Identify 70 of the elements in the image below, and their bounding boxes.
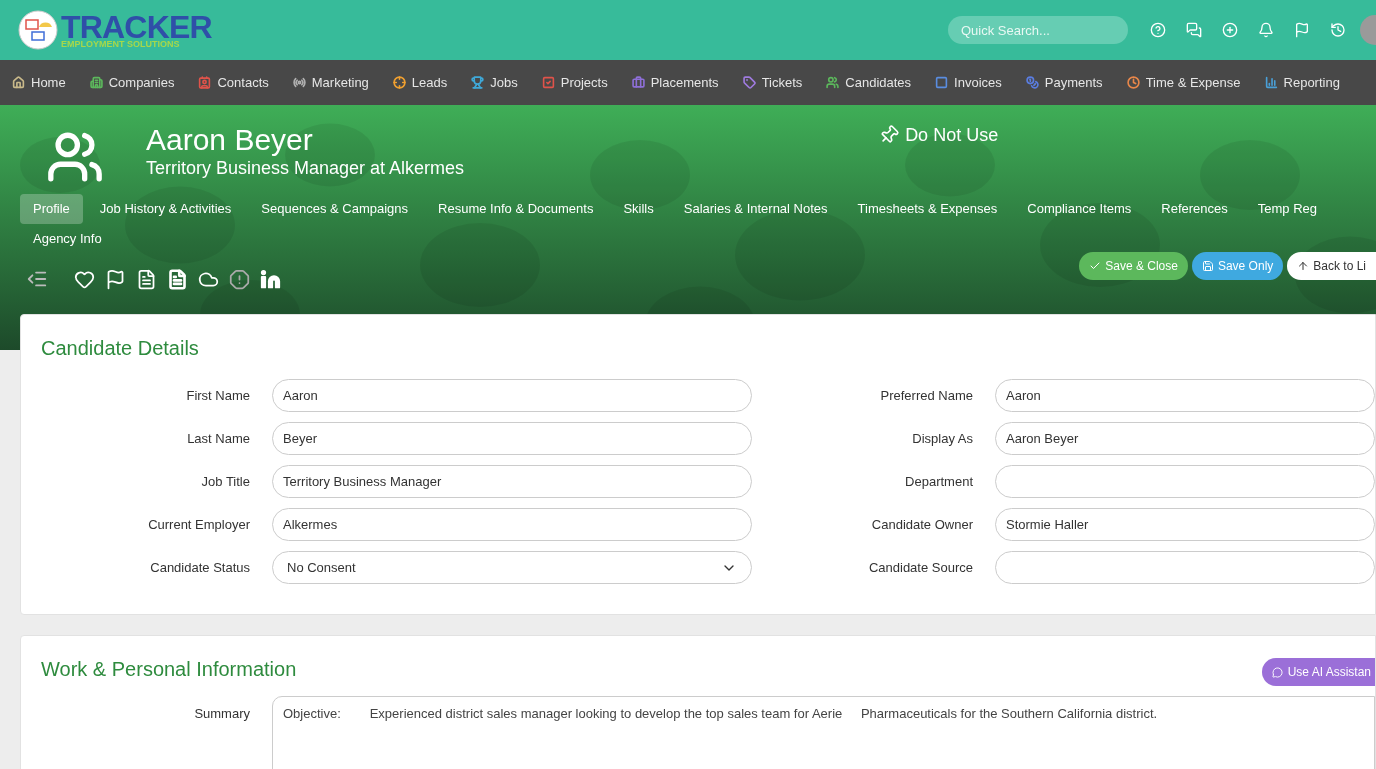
nav-link[interactable]: Contacts	[198, 72, 269, 93]
profile-tab[interactable]: Job History & Activities	[86, 194, 245, 224]
status-label: Do Not Use	[905, 123, 999, 147]
field-label: Display As	[911, 429, 974, 448]
profile-tab[interactable]: Resume Info & Documents	[425, 194, 607, 224]
field-label: Preferred Name	[879, 386, 974, 405]
logo-icon	[18, 10, 58, 50]
nav-link[interactable]: Marketing	[292, 72, 369, 93]
help-icon[interactable]	[1150, 22, 1166, 38]
add-icon[interactable]	[1222, 22, 1238, 38]
nav-link[interactable]: Placements	[631, 72, 719, 93]
profile-tab[interactable]: Temp Reg	[1244, 194, 1331, 224]
status-select[interactable]: No Consent	[272, 551, 752, 584]
nav-link[interactable]: Payments	[1025, 72, 1103, 93]
nav-link[interactable]: Projects	[541, 72, 608, 93]
nav-link[interactable]: Time & Expense	[1126, 72, 1241, 93]
search-field[interactable]: Quick Search...	[948, 16, 1128, 44]
field-label: Job Title	[200, 472, 251, 491]
field-label: Summary	[193, 705, 251, 723]
check-icon	[1089, 260, 1102, 272]
profile-tab[interactable]: References	[1148, 194, 1241, 224]
nav-link[interactable]: Invoices	[935, 72, 1002, 93]
profile-tab[interactable]: Sequences & Campaigns	[248, 194, 422, 224]
history-icon[interactable]	[1330, 22, 1346, 38]
nav-link[interactable]: Companies	[89, 72, 175, 93]
field-label: Department	[904, 472, 974, 491]
field-label: Current Employer	[147, 515, 251, 534]
candidate-subtitle: Territory Business Manager at Alkermes	[146, 157, 465, 179]
candidate-name: Aaron Beyer	[146, 123, 314, 157]
section-title: Candidate Details	[40, 336, 200, 361]
bell-icon[interactable]	[1258, 22, 1274, 38]
nav-link[interactable]: Leads	[392, 72, 448, 93]
profile-tab[interactable]: Salaries & Internal Notes	[670, 194, 841, 224]
nav-link[interactable]: Candidates	[826, 72, 912, 93]
input-field[interactable]	[995, 551, 1375, 584]
profile-tab[interactable]: Timesheets & Expenses	[844, 194, 1011, 224]
input-field[interactable]: Aaron	[995, 379, 1375, 412]
save-icon	[1201, 260, 1214, 272]
profile-tab[interactable]: Compliance Items	[1014, 194, 1145, 224]
ai-assistant-button[interactable]: Use AI Assistan	[1261, 658, 1375, 686]
flag-icon[interactable]	[105, 268, 126, 290]
field-label: Last Name	[186, 429, 251, 448]
field-label: Candidate Owner	[870, 515, 974, 534]
input-field[interactable]: Aaron	[272, 379, 752, 412]
nav-link[interactable]: Tickets	[742, 72, 803, 93]
document-icon[interactable]	[136, 268, 157, 290]
arrow-up-icon	[1297, 260, 1310, 272]
chat-bubble-icon	[1271, 666, 1283, 678]
profile-tab[interactable]: Agency Info	[20, 224, 115, 254]
back-button[interactable]: Back to Li	[1287, 252, 1376, 280]
field-label: Candidate Status	[149, 558, 251, 577]
section-title: Work & Personal Information	[40, 657, 298, 682]
logo-tagline: EMPLOYMENT SOLUTIONS	[61, 40, 181, 49]
field-label: First Name	[185, 386, 251, 405]
input-field[interactable]	[995, 465, 1375, 498]
input-field[interactable]: Stormie Haller	[995, 508, 1375, 541]
input-field[interactable]: Alkermes	[272, 508, 752, 541]
input-field[interactable]: Beyer	[272, 422, 752, 455]
profile-tab[interactable]: Skills	[610, 194, 667, 224]
document-icon[interactable]	[167, 268, 188, 290]
chat-icon[interactable]	[1186, 22, 1202, 38]
nav-link[interactable]: Jobs	[471, 72, 518, 93]
alert-icon[interactable]	[229, 268, 250, 290]
summary-textarea[interactable]: Objective: Experienced district sales manager looking to develop the top sales team for Aerie Pharmaceuticals for the Southern California district.	[272, 696, 1375, 769]
input-field[interactable]: Territory Business Manager	[272, 465, 752, 498]
nav-link[interactable]: Reporting	[1264, 72, 1340, 93]
nav-link[interactable]: Home	[12, 72, 66, 93]
input-field[interactable]: Aaron Beyer	[995, 422, 1375, 455]
linkedin-icon[interactable]	[260, 268, 281, 290]
field-label: Candidate Source	[867, 558, 974, 577]
